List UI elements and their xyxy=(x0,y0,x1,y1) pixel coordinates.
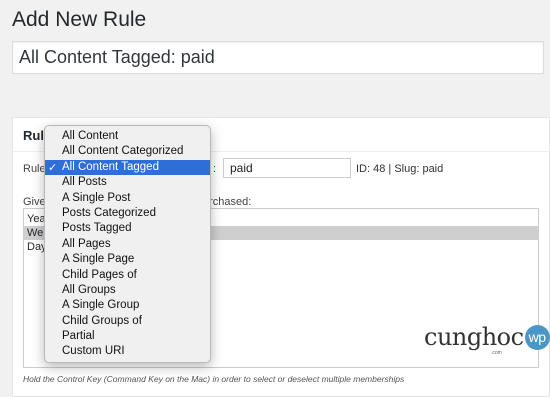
dropdown-option[interactable]: Partial xyxy=(45,329,210,344)
dropdown-option[interactable]: A Single Group xyxy=(45,298,210,313)
watermark-badge: wp xyxy=(524,325,550,350)
dropdown-option-label: All Content xyxy=(62,130,119,142)
watermark-subtext: .com xyxy=(491,350,502,356)
dropdown-option-label: Child Pages of xyxy=(62,268,137,281)
dropdown-option-label: All Content Tagged xyxy=(62,160,159,173)
watermark-logo: cunghoc wp xyxy=(424,323,550,351)
dropdown-option[interactable]: All Content xyxy=(45,129,210,144)
dropdown-option[interactable]: Child Groups of xyxy=(45,314,210,329)
checkmark-icon: ✓ xyxy=(48,160,58,174)
dropdown-option-label: Posts Categorized xyxy=(62,206,156,219)
dropdown-option-label: All Pages xyxy=(62,237,111,250)
dropdown-option-label: A Single Page xyxy=(62,253,135,266)
dropdown-option-label: Custom URI xyxy=(62,345,125,358)
dropdown-option[interactable]: Child Pages of xyxy=(45,268,210,283)
dropdown-option[interactable]: All Groups xyxy=(45,283,210,298)
dropdown-option-label: All Posts xyxy=(62,176,107,189)
dropdown-option-label: All Groups xyxy=(62,283,116,296)
dropdown-option-label: A Single Post xyxy=(62,191,131,204)
watermark-brand-text: cunghoc xyxy=(424,323,524,351)
rule-value-input[interactable] xyxy=(223,158,351,178)
give-access-label: Give xyxy=(23,196,46,208)
dropdown-option[interactable]: All Content Categorized xyxy=(45,144,210,159)
dropdown-option[interactable]: Posts Tagged xyxy=(45,221,210,236)
dropdown-option-label: All Content Categorized xyxy=(62,145,184,158)
dropdown-option[interactable]: A Single Post xyxy=(45,191,210,206)
dropdown-option[interactable]: A Single Page xyxy=(45,252,210,267)
dropdown-option-label: Posts Tagged xyxy=(62,222,132,235)
rule-type-label: Rule xyxy=(23,163,46,175)
rule-type-dropdown-menu[interactable]: All Content All Content Categorized ✓ All C… xyxy=(44,125,211,363)
multi-select-hint: Hold the Control Key (Command Key on the… xyxy=(23,374,405,384)
dropdown-option-label: A Single Group xyxy=(62,299,140,312)
dropdown-option[interactable]: All Posts xyxy=(45,175,210,190)
rule-value-label: : xyxy=(213,163,217,175)
dropdown-option[interactable]: Posts Categorized xyxy=(45,206,210,221)
dropdown-option-label: Child Groups of xyxy=(62,314,142,327)
dropdown-option[interactable]: ✓ All Content Tagged xyxy=(45,159,210,176)
rule-title-input[interactable] xyxy=(12,41,544,74)
dropdown-option-label: Partial xyxy=(62,330,95,343)
id-slug-text: ID: 48 | Slug: paid xyxy=(356,163,444,175)
page-title: Add New Rule xyxy=(12,8,147,31)
dropdown-option[interactable]: All Pages xyxy=(45,237,210,252)
dropdown-option[interactable]: Custom URI xyxy=(45,344,210,359)
